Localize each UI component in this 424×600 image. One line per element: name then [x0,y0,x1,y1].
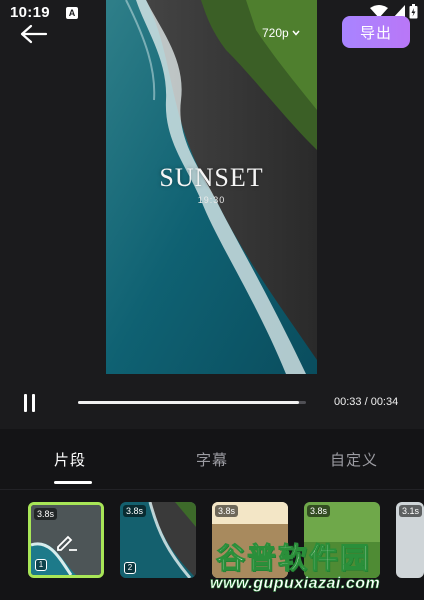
tab-subtitles[interactable]: 字幕 [196,449,228,470]
progress-fill [78,401,300,404]
resolution-value: 720p [262,26,289,40]
clip-thumbnail-2[interactable]: 3.8s 2 [120,502,196,578]
tab-clips[interactable]: 片段 [54,449,86,470]
clip-duration: 3.8s [34,508,58,520]
notification-a-icon: A [66,7,78,19]
video-preview[interactable]: SUNSET 19:30 [106,0,317,374]
watermark-url: www.gupuxiazai.com [210,575,381,593]
watermark: 谷普软件园 www.gupuxiazai.com [210,531,420,599]
clip-duration: 3.8s [307,505,331,517]
active-tab-indicator [54,481,92,484]
clip-index: 2 [124,562,136,574]
watermark-title: 谷普软件园 [215,541,372,576]
export-button[interactable]: 导出 [342,16,410,48]
tab-custom[interactable]: 自定义 [330,449,378,470]
time-readout: 00:33 / 00:34 [334,396,399,408]
video-title-overlay: SUNSET [159,163,264,192]
clip-index: 1 [35,559,47,571]
battery-icon [409,4,418,19]
video-subtitle-overlay: 19:30 [197,195,226,205]
pause-icon[interactable] [24,394,42,412]
edit-pencil-icon[interactable] [55,530,79,552]
back-arrow-icon[interactable] [20,24,48,44]
clip-thumbnail-1[interactable]: 3.8s 1 [28,502,104,578]
resolution-select[interactable]: 720p [262,26,300,40]
progress-bar[interactable] [78,401,306,404]
top-bar: 导出 [0,16,424,50]
divider [0,489,424,490]
status-time: 10:19 [10,4,50,21]
clip-duration: 3.1s [399,505,423,517]
chevron-down-icon [292,30,300,36]
clip-duration: 3.8s [123,505,147,517]
playback-controls: 00:33 / 00:34 [0,384,424,420]
clip-duration: 3.8s [215,505,239,517]
